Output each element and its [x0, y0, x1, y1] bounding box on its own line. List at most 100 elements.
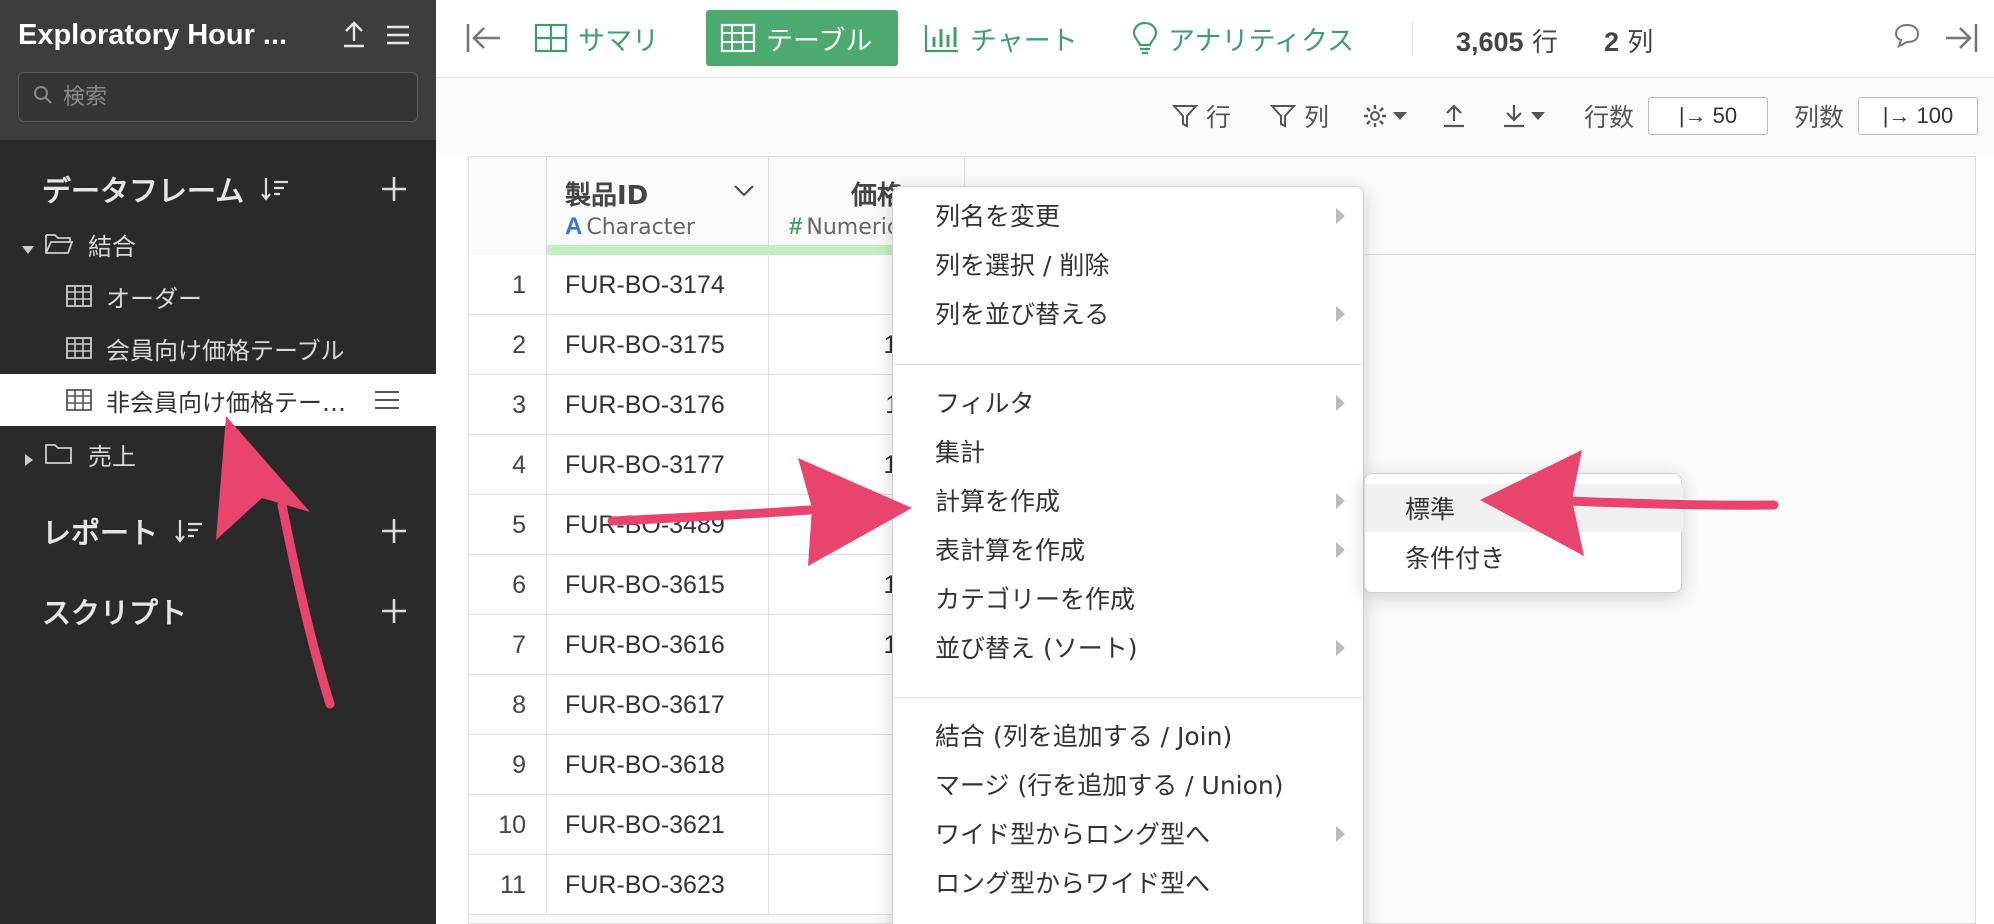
- product-id-cell[interactable]: FUR-BO-3615: [547, 555, 769, 615]
- column-type: A Character: [565, 213, 695, 241]
- collapse-sidebar-icon[interactable]: [464, 20, 504, 56]
- submenu-item-label: 条件付き: [1405, 544, 1506, 573]
- folder-join[interactable]: 結合: [0, 218, 436, 270]
- sort-icon[interactable]: [260, 174, 290, 204]
- table-row[interactable]: 6FUR-BO-36151,179: [469, 555, 965, 615]
- table-row[interactable]: 4FUR-BO-31771,405: [469, 435, 965, 495]
- table-row[interactable]: 10FUR-BO-3621779: [469, 795, 965, 855]
- sort-icon[interactable]: [174, 516, 204, 546]
- column-context-menu: 列名を変更 列を選択 / 削除 列を並び替える フィルタ 集計 計算を作成 表計…: [892, 186, 1365, 924]
- menu-item-create-category[interactable]: カテゴリーを作成: [893, 574, 1365, 622]
- submenu-item-conditional[interactable]: 条件付き: [1365, 533, 1683, 581]
- menu-item-filter[interactable]: フィルタ: [893, 378, 1365, 426]
- grid-icon: [534, 23, 568, 53]
- product-id-cell[interactable]: FUR-BO-3618: [547, 735, 769, 795]
- menu-item-label: ワイド型からロング型へ: [935, 820, 1211, 849]
- table-row[interactable]: 1FUR-BO-3174236: [469, 255, 965, 315]
- collapse-right-icon[interactable]: [1944, 20, 1980, 56]
- menu-item-join[interactable]: 結合 (列を追加する / Join): [893, 711, 1365, 759]
- submenu-arrow-icon: [1336, 493, 1345, 509]
- dataframe-orders[interactable]: オーダー: [0, 270, 436, 322]
- product-id-cell[interactable]: FUR-BO-3174: [547, 255, 769, 315]
- folder-join-label: 結合: [88, 232, 136, 261]
- table-row[interactable]: 2FUR-BO-31751,317: [469, 315, 965, 375]
- table-row[interactable]: 9FUR-BO-36181,11: [469, 735, 965, 795]
- settings-dropdown[interactable]: [1362, 98, 1408, 134]
- add-report-icon[interactable]: [378, 515, 410, 547]
- table-row[interactable]: 5FUR-BO-34892: [469, 495, 965, 555]
- upload-icon[interactable]: [334, 18, 374, 52]
- menu-item-select-delete[interactable]: 列を選択 / 削除: [893, 240, 1365, 288]
- comment-icon[interactable]: [1892, 20, 1928, 56]
- column-filter-button[interactable]: 列: [1270, 98, 1329, 134]
- column-limit-label: 列数: [1794, 103, 1845, 132]
- export-button[interactable]: [1442, 98, 1466, 134]
- caret-down-icon: [1393, 112, 1407, 120]
- chevron-down-icon[interactable]: [733, 183, 755, 202]
- dataframe-member-price[interactable]: 会員向け価格テーブル: [0, 322, 436, 374]
- row-index: 2: [469, 315, 547, 375]
- tab-summary[interactable]: サマリ: [520, 10, 673, 66]
- menu-item-create-table-calculation[interactable]: 表計算を作成: [893, 525, 1365, 573]
- menu-item-sort[interactable]: 並び替え (ソート): [893, 623, 1365, 671]
- row-count-unit: 行: [1531, 28, 1558, 58]
- search-icon: [33, 85, 53, 109]
- row-count-value: 3,605: [1456, 27, 1524, 57]
- add-script-icon[interactable]: [378, 595, 410, 627]
- product-id-cell[interactable]: FUR-BO-3177: [547, 435, 769, 495]
- row-index: 4: [469, 435, 547, 495]
- submenu-arrow-icon: [1336, 395, 1345, 411]
- menu-item-create-calculation[interactable]: 計算を作成: [893, 476, 1365, 524]
- submenu-item-standard[interactable]: 標準: [1365, 484, 1683, 532]
- tab-analytics[interactable]: アナリティクス: [1118, 10, 1368, 66]
- add-dataframe-icon[interactable]: [378, 173, 410, 205]
- product-id-cell[interactable]: FUR-BO-3616: [547, 615, 769, 675]
- product-id-cell[interactable]: FUR-BO-3175: [547, 315, 769, 375]
- product-id-cell[interactable]: FUR-BO-3176: [547, 375, 769, 435]
- column-limit-input[interactable]: |→ 100: [1858, 97, 1978, 135]
- triangle-down-icon[interactable]: [20, 236, 36, 254]
- product-id-cell[interactable]: FUR-BO-3489: [547, 495, 769, 555]
- tab-table[interactable]: テーブル: [706, 10, 898, 66]
- project-title[interactable]: Exploratory Hour ...: [18, 19, 330, 52]
- menu-item-label: フィルタ: [935, 389, 1035, 418]
- row-limit-input[interactable]: |→ 50: [1648, 97, 1768, 135]
- tab-analytics-label: アナリティクス: [1168, 25, 1355, 57]
- menu-item-merge[interactable]: マージ (行を追加する / Union): [893, 760, 1365, 808]
- hamburger-menu-icon[interactable]: [378, 18, 418, 52]
- submenu-arrow-icon: [1336, 306, 1345, 322]
- bar-chart-icon: [924, 25, 958, 53]
- download-dropdown[interactable]: [1502, 98, 1546, 134]
- table-toolbar: 行 列 行数 |→ 50 列数 |→ 100: [436, 78, 1994, 154]
- column-type: # Numeric: [789, 213, 899, 241]
- dataframe-nonmember-price[interactable]: 非会員向け価格テー…: [0, 374, 436, 426]
- table-row[interactable]: 7FUR-BO-36161,363: [469, 615, 965, 675]
- search-input[interactable]: [63, 84, 403, 110]
- filter-icon: [1172, 105, 1198, 128]
- table-row[interactable]: 11FUR-BO-362391: [469, 855, 965, 915]
- menu-item-label: 並び替え (ソート): [935, 634, 1138, 663]
- dataframe-nonmember-price-label: 非会員向け価格テー…: [106, 388, 346, 417]
- row-filter-button[interactable]: 行: [1172, 98, 1231, 134]
- product-id-cell[interactable]: FUR-BO-3621: [547, 795, 769, 855]
- tab-chart[interactable]: チャート: [910, 10, 1092, 66]
- table-row[interactable]: 8FUR-BO-361748: [469, 675, 965, 735]
- product-id-cell[interactable]: FUR-BO-3623: [547, 855, 769, 915]
- menu-item-rename[interactable]: 列名を変更: [893, 191, 1365, 239]
- search-box[interactable]: [18, 72, 418, 122]
- menu-item-summarize[interactable]: 集計: [893, 427, 1365, 475]
- menu-item-label: 列を選択 / 削除: [935, 251, 1110, 280]
- create-calculation-submenu: 標準 条件付き: [1364, 473, 1683, 593]
- download-icon: [1504, 105, 1524, 128]
- row-index: 3: [469, 375, 547, 435]
- table-row[interactable]: 3FUR-BO-31761,011: [469, 375, 965, 435]
- column-header-product-id[interactable]: 製品ID A Character: [547, 157, 769, 255]
- menu-item-wide-to-long[interactable]: ワイド型からロング型へ: [893, 809, 1365, 857]
- row-index: 6: [469, 555, 547, 615]
- hamburger-menu-icon[interactable]: [374, 389, 400, 411]
- menu-item-reorder[interactable]: 列を並び替える: [893, 289, 1365, 337]
- triangle-right-icon[interactable]: [20, 446, 36, 466]
- product-id-cell[interactable]: FUR-BO-3617: [547, 675, 769, 735]
- folder-sales[interactable]: 売上: [0, 428, 436, 480]
- menu-item-long-to-wide[interactable]: ロング型からワイド型へ: [893, 858, 1365, 906]
